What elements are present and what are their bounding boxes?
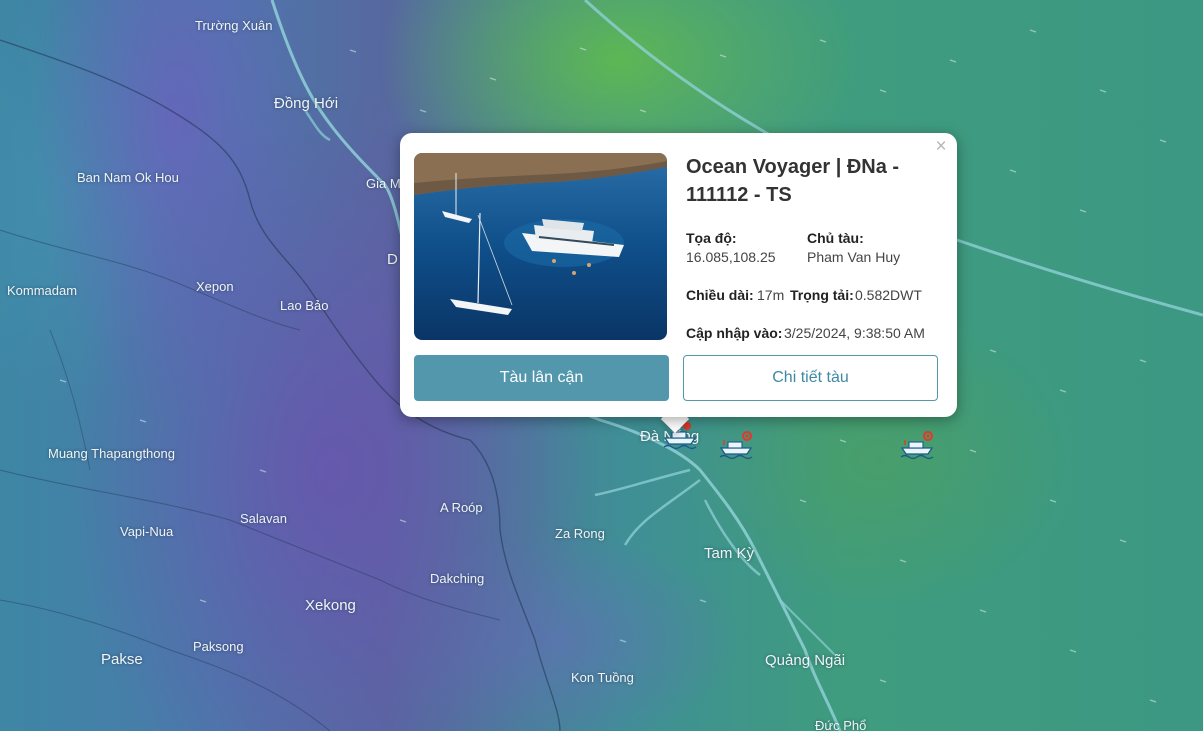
place-label-xekong: Xekong (305, 597, 356, 614)
place-label-paksong: Paksong (193, 639, 244, 654)
length-label: Chiều dài: (686, 287, 754, 303)
ship-photo-image (414, 153, 667, 340)
length-value: 17m (757, 287, 785, 303)
place-label-pakse: Pakse (101, 651, 143, 668)
place-label-kommadam: Kommadam (7, 283, 78, 298)
coords-label: Tọa độ: (686, 230, 737, 246)
place-label-ban-nam-ok-hou: Ban Nam Ok Hou (77, 170, 179, 185)
tonnage-label: Trọng tải: (790, 287, 854, 303)
tonnage-value: 0.582DWT (855, 287, 922, 303)
ship-icon (719, 431, 753, 460)
owner-value: Pham Van Huy (807, 249, 901, 265)
ship-marker-offshore-2[interactable] (899, 430, 935, 462)
place-label-dong-hoi: Đồng Hới (274, 95, 339, 112)
ship-icon (900, 431, 934, 460)
place-label-dakching: Dakching (430, 571, 485, 586)
place-label-tam-ky: Tam Kỳ (704, 545, 755, 562)
place-label-lao-bao: Lao Bảo (280, 298, 329, 313)
ship-info-popup: × Ocean Voyager | ĐNa - 111112 - TS Tọa … (400, 133, 957, 417)
nearby-ships-button[interactable]: Tàu lân cận (414, 355, 669, 401)
updated-label: Cập nhập vào: (686, 325, 783, 341)
place-label-kon-tuong: Kon Tuồng (571, 670, 634, 685)
place-label-vapi-nua: Vapi-Nua (120, 524, 174, 539)
place-label-muang-thapangthong: Muang Thapangthong (48, 446, 175, 461)
ship-title: Ocean Voyager | ĐNa - 111112 - TS (686, 156, 900, 206)
place-label-quang-ngai: Quảng Ngãi (765, 652, 846, 669)
place-label-xepon: Xepon (196, 279, 234, 294)
ship-photo (414, 153, 667, 340)
place-label-truong-xuan: Trường Xuân (195, 18, 273, 33)
updated-value: 3/25/2024, 9:38:50 AM (784, 325, 925, 341)
place-label-a-roop: A Roóp (440, 500, 483, 515)
ship-detail-button[interactable]: Chi tiết tàu (683, 355, 938, 401)
place-label-salavan: Salavan (240, 511, 287, 526)
owner-label: Chủ tàu: (807, 230, 864, 246)
ship-marker-offshore-1[interactable] (718, 430, 754, 462)
place-label-d: D (387, 251, 398, 268)
place-label-za-rong: Za Rong (555, 526, 605, 541)
coords-value: 16.085,108.25 (686, 249, 776, 265)
place-label-gia-m: Gia M (366, 176, 401, 191)
